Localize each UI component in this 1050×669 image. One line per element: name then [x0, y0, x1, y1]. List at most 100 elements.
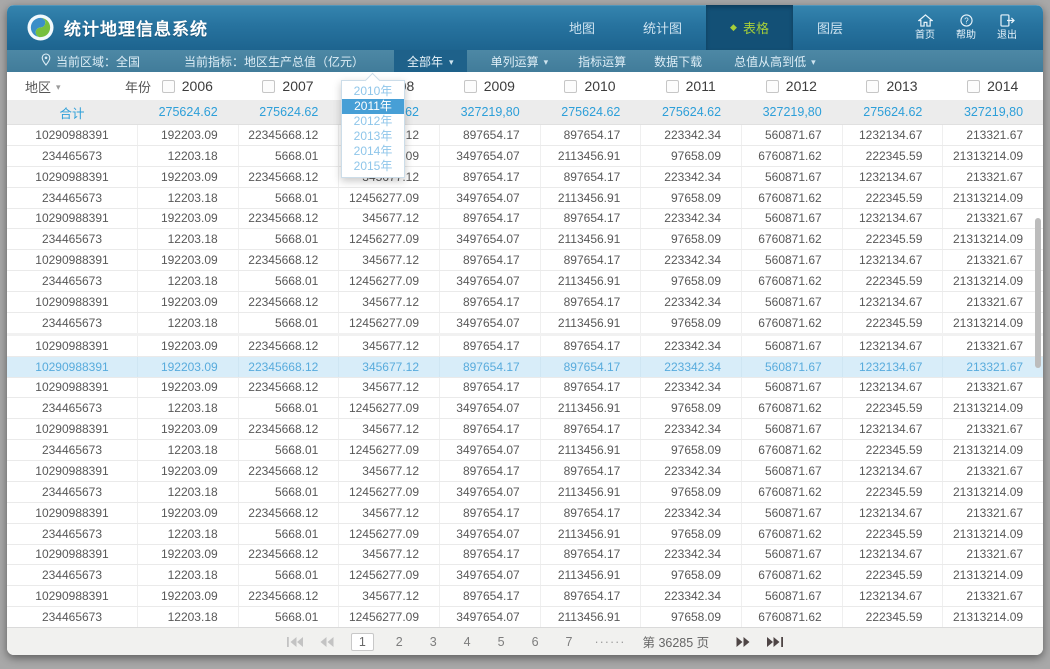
value-cell: 12203.18 [137, 565, 238, 585]
help-button[interactable]: ? 帮助 [950, 14, 982, 41]
year-column-header: 2014 [942, 78, 1043, 94]
sort-order-button[interactable]: 总值从高到低 ▾ [734, 53, 816, 70]
table-row[interactable]: 23446567312203.185668.0112456277.0934976… [7, 564, 1043, 585]
value-cell: 97658.09 [640, 398, 741, 418]
next-page-button[interactable] [736, 637, 750, 647]
page-number[interactable]: 7 [561, 634, 578, 650]
table-row[interactable]: 23446567312203.185668.0112456277.0934976… [7, 228, 1043, 249]
year-option[interactable]: 2015年 [342, 159, 404, 174]
last-page-button[interactable] [767, 637, 783, 647]
table-row[interactable]: 10290988391192203.0922345668.12345677.12… [7, 249, 1043, 270]
tab-layers[interactable]: 图层 [793, 5, 867, 50]
year-option[interactable]: 2012年 [342, 114, 404, 129]
table-row[interactable]: 10290988391192203.0922345668.12345677.12… [7, 502, 1043, 523]
value-cell: 897654.17 [439, 167, 540, 187]
year-option[interactable]: 2014年 [342, 144, 404, 159]
value-cell: 5668.01 [238, 482, 339, 502]
table-row[interactable]: 10290988391192203.0922345668.12345677.12… [7, 356, 1043, 377]
year-checkbox[interactable] [866, 80, 879, 93]
year-checkbox[interactable] [262, 80, 275, 93]
value-cell: 223342.34 [640, 336, 741, 356]
table-row[interactable]: 23446567312203.185668.0112456277.0934976… [7, 270, 1043, 291]
year-checkbox[interactable] [564, 80, 577, 93]
value-cell: 3497654.07 [439, 440, 540, 460]
table-row[interactable]: 10290988391192203.0922345668.12345677.12… [7, 585, 1043, 606]
tab-table[interactable]: ◆ 表格 [706, 5, 793, 50]
table-row[interactable]: 23446567312203.185668.0112456277.0934976… [7, 145, 1043, 166]
region-cell: 234465673 [7, 607, 137, 627]
table-row[interactable]: 10290988391192203.0922345668.12345677.12… [7, 418, 1043, 439]
year-checkbox[interactable] [666, 80, 679, 93]
year-checkbox[interactable] [766, 80, 779, 93]
total-value: 275624.62 [842, 105, 943, 119]
value-cell: 12456277.09 [338, 565, 439, 585]
total-label: 合计 [7, 103, 137, 122]
value-cell: 22345668.12 [238, 461, 339, 481]
value-cell: 12456277.09 [338, 440, 439, 460]
table-row[interactable]: 10290988391192203.0922345668.12345677.12… [7, 291, 1043, 312]
previous-page-button[interactable] [320, 637, 334, 647]
year-option-selected[interactable]: 2011年 [342, 99, 404, 114]
table-row[interactable]: 10290988391192203.0922345668.12345677.12… [7, 333, 1043, 356]
tab-statistics-chart[interactable]: 统计图 [619, 5, 706, 50]
table-row[interactable]: 23446567312203.185668.0112456277.0934976… [7, 439, 1043, 460]
value-cell: 192203.09 [137, 125, 238, 145]
year-checkbox[interactable] [162, 80, 175, 93]
value-cell: 3497654.07 [439, 146, 540, 166]
page-number[interactable]: 3 [425, 634, 442, 650]
value-cell: 97658.09 [640, 524, 741, 544]
value-cell: 560871.67 [741, 503, 842, 523]
year-filter-button[interactable]: 全部年 ▾ [394, 50, 467, 72]
value-cell: 897654.17 [439, 378, 540, 398]
table-row[interactable]: 10290988391192203.0922345668.12345677.12… [7, 166, 1043, 187]
page-number[interactable]: 6 [527, 634, 544, 650]
home-button[interactable]: 首页 [909, 14, 941, 41]
data-download-button[interactable]: 数据下载 [654, 53, 702, 70]
table-row[interactable]: 23446567312203.185668.0112456277.0934976… [7, 523, 1043, 544]
value-cell: 5668.01 [238, 271, 339, 291]
page-number[interactable]: 4 [459, 634, 476, 650]
value-cell: 5668.01 [238, 398, 339, 418]
table-row[interactable]: 10290988391192203.0922345668.12345677.12… [7, 544, 1043, 565]
value-cell: 3497654.07 [439, 398, 540, 418]
page-number[interactable]: 5 [493, 634, 510, 650]
vertical-scrollbar-thumb[interactable] [1035, 218, 1041, 368]
table-row[interactable]: 23446567312203.185668.0112456277.0934976… [7, 606, 1043, 627]
year-checkbox[interactable] [464, 80, 477, 93]
value-cell: 12203.18 [137, 271, 238, 291]
value-cell: 213321.67 [942, 419, 1043, 439]
table-row[interactable]: 23446567312203.185668.0112456277.0934976… [7, 312, 1043, 333]
value-cell: 3497654.07 [439, 565, 540, 585]
value-cell: 223342.34 [640, 378, 741, 398]
value-cell: 2113456.91 [540, 524, 641, 544]
table-row[interactable]: 10290988391192203.0922345668.12345677.12… [7, 377, 1043, 398]
table-row[interactable]: 23446567312203.185668.0112456277.0934976… [7, 187, 1043, 208]
current-region-label: 当前区域：全国 [56, 53, 140, 70]
tab-map[interactable]: 地图 [545, 5, 619, 50]
value-cell: 345677.12 [338, 586, 439, 606]
table-row[interactable]: 10290988391192203.0922345668.12345677.12… [7, 460, 1043, 481]
table-row[interactable]: 10290988391192203.0922345668.12345677.12… [7, 208, 1043, 229]
logout-button[interactable]: 退出 [991, 14, 1023, 41]
first-page-button[interactable] [287, 637, 303, 647]
value-cell: 12203.18 [137, 482, 238, 502]
value-cell: 6760871.62 [741, 271, 842, 291]
indicator-operation-button[interactable]: 指标运算 [578, 53, 626, 70]
value-cell: 6760871.62 [741, 440, 842, 460]
value-cell: 97658.09 [640, 482, 741, 502]
region-cell: 234465673 [7, 271, 137, 291]
year-option[interactable]: 2013年 [342, 129, 404, 144]
year-checkbox[interactable] [967, 80, 980, 93]
page-number-current[interactable]: 1 [351, 633, 374, 651]
table-row[interactable]: 10290988391192203.0922345668.12345677.12… [7, 125, 1043, 145]
table-row[interactable]: 23446567312203.185668.0112456277.0934976… [7, 481, 1043, 502]
table-row[interactable]: 23446567312203.185668.0112456277.0934976… [7, 397, 1043, 418]
region-column-header[interactable]: 地区 ▾ [7, 77, 137, 96]
page-number[interactable]: 2 [391, 634, 408, 650]
value-cell: 6760871.62 [741, 607, 842, 627]
column-operation-button[interactable]: 单列运算 ▾ [491, 53, 549, 70]
value-cell: 5668.01 [238, 607, 339, 627]
column-operation-label: 单列运算 [491, 53, 539, 70]
year-header-label: 2014 [987, 78, 1018, 94]
chevron-down-icon: ▾ [449, 58, 454, 67]
